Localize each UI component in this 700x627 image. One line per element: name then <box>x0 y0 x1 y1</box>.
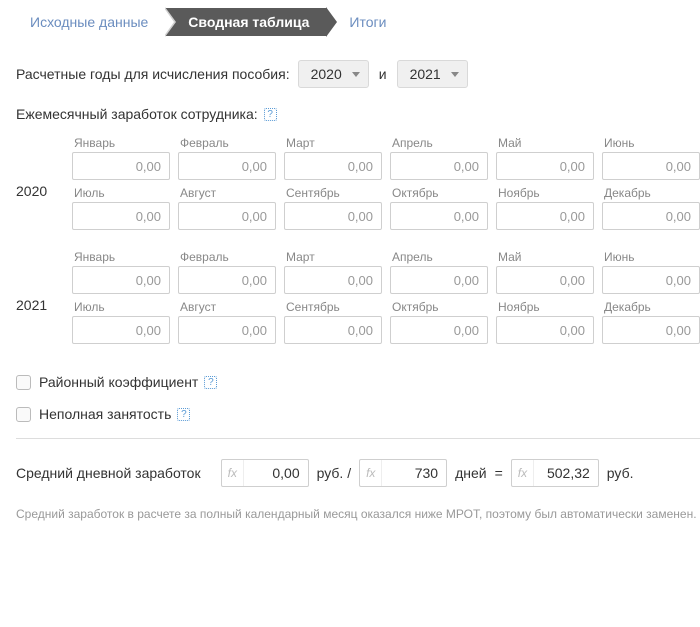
days-label: дней <box>455 465 487 481</box>
month-header: Сентябрь <box>284 186 382 200</box>
mrot-footnote: Средний заработок в расчете за полный ка… <box>16 507 700 521</box>
earnings-2020: 2020 Январь Февраль Март Апрель Май Июнь… <box>16 136 700 236</box>
tab-summary-table[interactable]: Сводная таблица <box>166 8 327 36</box>
earn-2020-jan[interactable] <box>72 152 170 180</box>
help-icon[interactable]: ? <box>264 108 277 121</box>
month-header: Апрель <box>390 250 488 264</box>
district-coef-label: Районный коэффициент <box>39 374 198 390</box>
earn-2021-apr[interactable] <box>390 266 488 294</box>
earn-2020-aug[interactable] <box>178 202 276 230</box>
earn-2020-sep[interactable] <box>284 202 382 230</box>
month-header: Сентябрь <box>284 300 382 314</box>
earn-2021-oct[interactable] <box>390 316 488 344</box>
earn-2021-may[interactable] <box>496 266 594 294</box>
days-input[interactable]: fx 730 <box>359 459 447 487</box>
avg-daily-earnings-formula: Средний дневной заработок fx 0,00 руб. /… <box>16 459 700 487</box>
part-time-checkbox[interactable] <box>16 407 31 422</box>
fx-icon: fx <box>222 460 244 486</box>
tab-totals[interactable]: Итоги <box>327 8 404 36</box>
fx-icon: fx <box>512 460 534 486</box>
year1-value: 2020 <box>311 66 342 82</box>
year-label-2020: 2020 <box>16 136 72 236</box>
earn-2021-jan[interactable] <box>72 266 170 294</box>
year2-select[interactable]: 2021 <box>397 60 468 88</box>
month-header: Июль <box>72 186 170 200</box>
earn-2021-sep[interactable] <box>284 316 382 344</box>
earn-2021-jun[interactable] <box>602 266 700 294</box>
days-value: 730 <box>382 465 446 481</box>
month-header: Январь <box>72 136 170 150</box>
month-header: Май <box>496 250 594 264</box>
month-header: Май <box>496 136 594 150</box>
tab-source-data[interactable]: Исходные данные <box>16 8 166 36</box>
earn-2021-aug[interactable] <box>178 316 276 344</box>
month-header: Ноябрь <box>496 300 594 314</box>
month-header: Октябрь <box>390 186 488 200</box>
chevron-down-icon <box>451 72 459 77</box>
earn-2021-nov[interactable] <box>496 316 594 344</box>
fx-icon: fx <box>360 460 382 486</box>
earn-2020-feb[interactable] <box>178 152 276 180</box>
result-input[interactable]: fx 502,32 <box>511 459 599 487</box>
month-header: Февраль <box>178 250 276 264</box>
result-value: 502,32 <box>534 465 598 481</box>
part-time-label: Неполная занятость <box>39 406 171 422</box>
year2-value: 2021 <box>410 66 441 82</box>
earn-2020-dec[interactable] <box>602 202 700 230</box>
earn-2020-mar[interactable] <box>284 152 382 180</box>
part-time-row: Неполная занятость ? <box>16 406 700 422</box>
earn-2021-dec[interactable] <box>602 316 700 344</box>
earn-2020-jul[interactable] <box>72 202 170 230</box>
month-header: Декабрь <box>602 186 700 200</box>
month-header: Август <box>178 186 276 200</box>
month-header: Март <box>284 250 382 264</box>
rub-slash: руб. / <box>317 465 351 481</box>
earn-2020-may[interactable] <box>496 152 594 180</box>
earnings-label: Ежемесячный заработок сотрудника: <box>16 106 258 122</box>
help-icon[interactable]: ? <box>177 408 190 421</box>
year-label-2021: 2021 <box>16 250 72 350</box>
total-earnings-value: 0,00 <box>244 465 308 481</box>
month-header: Апрель <box>390 136 488 150</box>
earnings-label-row: Ежемесячный заработок сотрудника: ? <box>16 106 700 122</box>
earn-2020-apr[interactable] <box>390 152 488 180</box>
month-header: Октябрь <box>390 300 488 314</box>
earn-2021-jul[interactable] <box>72 316 170 344</box>
month-header: Февраль <box>178 136 276 150</box>
month-header: Январь <box>72 250 170 264</box>
district-coef-row: Районный коэффициент ? <box>16 374 700 390</box>
district-coef-checkbox[interactable] <box>16 375 31 390</box>
calc-years-row: Расчетные годы для исчисления пособия: 2… <box>16 60 700 88</box>
earn-2021-feb[interactable] <box>178 266 276 294</box>
breadcrumb-tabs: Исходные данные Сводная таблица Итоги <box>16 8 700 36</box>
month-header: Июнь <box>602 136 700 150</box>
total-earnings-input[interactable]: fx 0,00 <box>221 459 309 487</box>
avg-daily-label: Средний дневной заработок <box>16 465 201 481</box>
rub-label: руб. <box>607 465 634 481</box>
calc-years-label: Расчетные годы для исчисления пособия: <box>16 66 290 82</box>
month-header: Август <box>178 300 276 314</box>
earn-2021-mar[interactable] <box>284 266 382 294</box>
month-header: Июль <box>72 300 170 314</box>
years-and: и <box>379 66 387 82</box>
year1-select[interactable]: 2020 <box>298 60 369 88</box>
help-icon[interactable]: ? <box>204 376 217 389</box>
equals: = <box>495 465 503 481</box>
chevron-down-icon <box>352 72 360 77</box>
earnings-2021: 2021 Январь Февраль Март Апрель Май Июнь… <box>16 250 700 350</box>
month-header: Ноябрь <box>496 186 594 200</box>
month-header: Июнь <box>602 250 700 264</box>
earn-2020-jun[interactable] <box>602 152 700 180</box>
divider <box>16 438 700 439</box>
month-header: Декабрь <box>602 300 700 314</box>
earn-2020-nov[interactable] <box>496 202 594 230</box>
month-header: Март <box>284 136 382 150</box>
earn-2020-oct[interactable] <box>390 202 488 230</box>
footnote-text: Средний заработок в расчете за полный ка… <box>16 507 700 521</box>
